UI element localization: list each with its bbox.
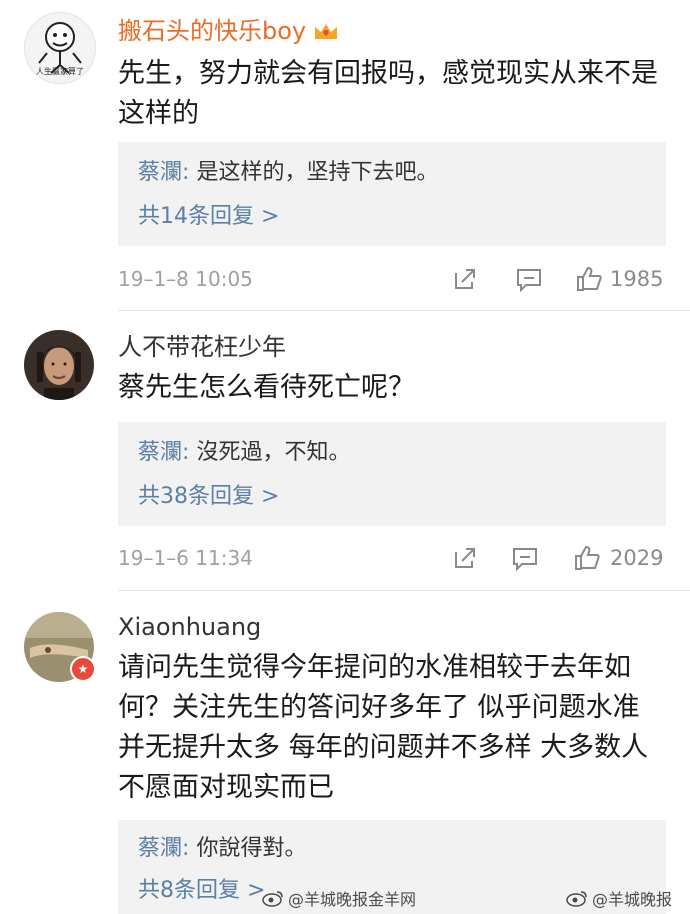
verified-badge-icon: ★: [70, 656, 96, 682]
weibo-logo-icon: [566, 891, 587, 907]
comment-icon[interactable]: [514, 264, 544, 294]
username-text[interactable]: 搬石头的快乐boy: [118, 17, 306, 45]
thumbs-up-icon[interactable]: [572, 543, 602, 573]
view-replies-link[interactable]: 共38条回复 >: [138, 482, 279, 512]
portrait-icon: [24, 330, 94, 400]
reply-author[interactable]: 蔡瀾: [138, 440, 182, 465]
comment-item: 人不带花枉少年 蔡先生怎么看待死亡呢？ 蔡瀾: 沒死過，不知。 共38条回复 >…: [0, 310, 690, 591]
like-count: 1985: [610, 267, 664, 291]
vip-crown-icon: [315, 24, 338, 39]
watermark: @羊城晚报: [566, 886, 672, 910]
like-count: 2029: [610, 546, 664, 570]
reply-separator: :: [182, 836, 190, 861]
comment-icon[interactable]: [510, 543, 540, 573]
reply-line: 蔡瀾: 沒死過，不知。: [138, 438, 350, 468]
comment-item: 人生赢家算了 搬石头的快乐boy 先生，努力就会有回报吗，感觉现实从来不是这样的…: [0, 0, 690, 311]
reply-box[interactable]: 蔡瀾: 沒死過，不知。 共38条回复 >: [118, 422, 666, 526]
watermark: @羊城晚报金羊网: [262, 886, 416, 910]
thumbs-up-icon[interactable]: [574, 264, 604, 294]
timestamp: 19–1–6 11:34: [118, 546, 253, 570]
reply-text: 是这样的，坚持下去吧。: [196, 160, 439, 185]
reply-separator: :: [182, 160, 190, 185]
reply-line: 蔡瀾: 是这样的，坚持下去吧。: [138, 158, 438, 188]
comment-username[interactable]: 搬石头的快乐boy: [118, 16, 340, 46]
comment-username[interactable]: 人不带花枉少年: [118, 332, 286, 362]
share-icon[interactable]: [450, 543, 480, 573]
comment-item: ★ Xiaonhuang 请问先生觉得今年提问的水准相较于去年如何？关注先生的答…: [0, 590, 690, 914]
reply-box[interactable]: 蔡瀾: 是这样的，坚持下去吧。 共14条回复 >: [118, 142, 666, 246]
weibo-logo-icon: [262, 891, 283, 907]
view-replies-link[interactable]: 共14条回复 >: [138, 202, 279, 232]
comment-text: 先生，努力就会有回报吗，感觉现实从来不是这样的: [118, 58, 658, 129]
timestamp: 19–1–8 10:05: [118, 267, 253, 291]
user-avatar[interactable]: [24, 330, 94, 400]
comment-text: 蔡先生怎么看待死亡呢？: [118, 372, 415, 403]
avatar-caption: 人生赢家算了: [36, 67, 84, 76]
watermark-text: @羊城晚报金羊网: [288, 890, 417, 909]
share-icon[interactable]: [450, 264, 480, 294]
view-replies-link[interactable]: 共8条回复 >: [138, 876, 265, 906]
reply-text: 你說得對。: [196, 836, 307, 861]
comment-username[interactable]: Xiaonhuang: [118, 612, 261, 642]
watermark-text: @羊城晚报: [592, 890, 673, 909]
reply-author[interactable]: 蔡瀾: [138, 836, 182, 861]
reply-author[interactable]: 蔡瀾: [138, 160, 182, 185]
comment-text: 请问先生觉得今年提问的水准相较于去年如何？关注先生的答问好多年了 似乎问题水准并…: [118, 652, 649, 803]
reply-separator: :: [182, 440, 190, 465]
comment-meta: 19–1–8 10:05 1985: [118, 262, 670, 296]
reply-line: 蔡瀾: 你說得對。: [138, 834, 306, 864]
comment-meta: 19–1–6 11:34 2029: [118, 541, 670, 575]
reply-text: 沒死過，不知。: [196, 440, 351, 465]
